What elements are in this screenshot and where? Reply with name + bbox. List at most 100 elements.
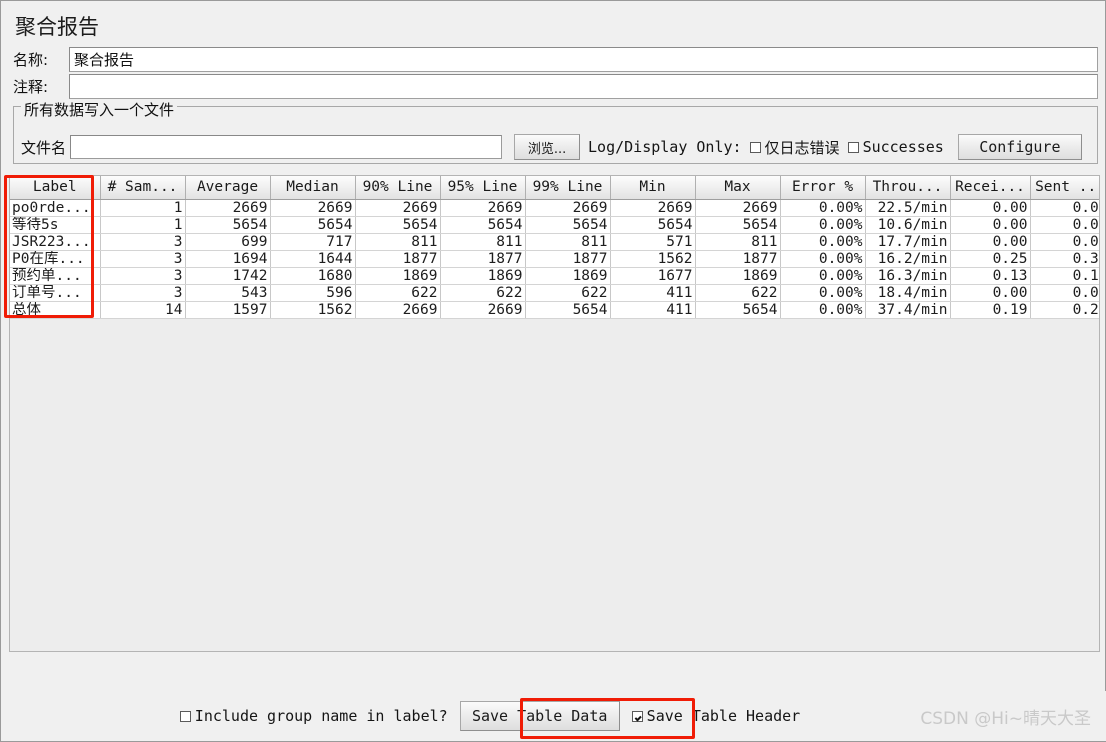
cell-min: 411 xyxy=(610,284,696,302)
table-row[interactable]: 预约单... 3 1742 1680 1869 1869 1869 1677 1… xyxy=(10,267,1099,285)
cell-max: 2669 xyxy=(695,199,781,217)
configure-button[interactable]: Configure xyxy=(957,134,1082,160)
cell-90-line: 1869 xyxy=(355,267,441,285)
cell-95-line: 5654 xyxy=(440,216,526,234)
cell-throughput: 22.5/min xyxy=(865,199,951,217)
save-table-header-group[interactable]: Save Table Header xyxy=(631,707,801,725)
include-group-name-label[interactable]: Include group name in label? xyxy=(195,707,448,725)
column-header-error-pct[interactable]: Error % xyxy=(780,176,866,200)
save-table-header-label[interactable]: Save Table Header xyxy=(647,707,801,725)
cell-95-line: 2669 xyxy=(440,199,526,217)
include-group-name-checkbox[interactable] xyxy=(179,710,191,722)
cell-median: 1644 xyxy=(270,250,356,268)
errors-only-checkbox[interactable] xyxy=(749,141,761,153)
column-header-throughput[interactable]: Throu... xyxy=(865,176,951,200)
cell-received: 0.00 xyxy=(950,199,1031,217)
cell-sent: 0.00 xyxy=(1030,284,1099,302)
successes-label[interactable]: Successes xyxy=(863,138,944,156)
table-row[interactable]: 等待5s 1 5654 5654 5654 5654 5654 5654 565… xyxy=(10,216,1099,234)
table-row[interactable]: P0在库... 3 1694 1644 1877 1877 1877 1562 … xyxy=(10,250,1099,268)
cell-min: 411 xyxy=(610,301,696,319)
cell-label: JSR223... xyxy=(10,233,101,251)
cell-samples: 1 xyxy=(100,199,186,217)
column-header-min[interactable]: Min xyxy=(610,176,696,200)
cell-error-pct: 0.00% xyxy=(780,199,866,217)
cell-error-pct: 0.00% xyxy=(780,301,866,319)
table-row[interactable]: JSR223... 3 699 717 811 811 811 571 811 … xyxy=(10,233,1099,251)
log-display-only-label: Log/Display Only: xyxy=(588,138,742,156)
errors-only-label[interactable]: 仅日志错误 xyxy=(765,137,840,158)
column-header-max[interactable]: Max xyxy=(695,176,781,200)
cell-min: 571 xyxy=(610,233,696,251)
cell-sent: 0.24 xyxy=(1030,301,1099,319)
page-title: 聚合报告 xyxy=(15,15,99,39)
comment-input[interactable] xyxy=(69,74,1098,99)
cell-sent: 0.00 xyxy=(1030,216,1099,234)
save-table-header-checkbox[interactable] xyxy=(631,710,643,722)
cell-label: P0在库... xyxy=(10,250,101,268)
cell-received: 0.00 xyxy=(950,284,1031,302)
cell-average: 2669 xyxy=(185,199,271,217)
cell-min: 5654 xyxy=(610,216,696,234)
table-row[interactable]: 订单号... 3 543 596 622 622 622 411 622 0.0… xyxy=(10,284,1099,302)
cell-samples: 14 xyxy=(100,301,186,319)
column-header-average[interactable]: Average xyxy=(185,176,271,200)
cell-throughput: 17.7/min xyxy=(865,233,951,251)
cell-90-line: 2669 xyxy=(355,199,441,217)
cell-median: 2669 xyxy=(270,199,356,217)
cell-sent: 0.32 xyxy=(1030,250,1099,268)
cell-99-line: 2669 xyxy=(525,199,611,217)
cell-samples: 1 xyxy=(100,216,186,234)
column-header-95-line[interactable]: 95% Line xyxy=(440,176,526,200)
include-group-name-group[interactable]: Include group name in label? xyxy=(172,707,448,725)
save-table-data-button[interactable]: Save Table Data xyxy=(459,701,620,731)
aggregate-report-window: 聚合报告 名称: 聚合报告 注释: 所有数据写入一个文件 文件名 浏览... L… xyxy=(0,0,1106,742)
successes-checkbox[interactable] xyxy=(847,141,859,153)
cell-throughput: 10.6/min xyxy=(865,216,951,234)
cell-sent: 0.17 xyxy=(1030,267,1099,285)
cell-median: 1680 xyxy=(270,267,356,285)
watermark: CSDN @Hi~晴天大圣 xyxy=(920,709,1091,729)
bottom-toolbar-inner: Include group name in label? Save Table … xyxy=(172,701,800,731)
column-header-received[interactable]: Recei... xyxy=(950,176,1031,200)
column-header-samples[interactable]: # Sam... xyxy=(100,176,186,200)
cell-average: 699 xyxy=(185,233,271,251)
cell-average: 1597 xyxy=(185,301,271,319)
browse-button[interactable]: 浏览... xyxy=(514,134,581,160)
aggregate-table: Label # Sam... Average Median 90% Line 9… xyxy=(10,176,1099,319)
cell-label: 总体 xyxy=(10,301,101,319)
cell-min: 1562 xyxy=(610,250,696,268)
cell-error-pct: 0.00% xyxy=(780,250,866,268)
cell-min: 2669 xyxy=(610,199,696,217)
cell-label: 预约单... xyxy=(10,267,101,285)
name-input[interactable]: 聚合报告 xyxy=(69,47,1098,72)
cell-average: 5654 xyxy=(185,216,271,234)
cell-label: po0rde... xyxy=(10,199,101,217)
cell-90-line: 1877 xyxy=(355,250,441,268)
cell-median: 1562 xyxy=(270,301,356,319)
cell-max: 1877 xyxy=(695,250,781,268)
cell-99-line: 5654 xyxy=(525,216,611,234)
column-header-sent[interactable]: Sent ... xyxy=(1030,176,1099,200)
cell-label: 等待5s xyxy=(10,216,101,234)
table-header-row: Label # Sam... Average Median 90% Line 9… xyxy=(10,176,1099,200)
table-row[interactable]: 总体 14 1597 1562 2669 2669 5654 411 5654 … xyxy=(10,301,1099,319)
column-header-99-line[interactable]: 99% Line xyxy=(525,176,611,200)
name-field-row: 名称: 聚合报告 xyxy=(13,47,1098,72)
table-row[interactable]: po0rde... 1 2669 2669 2669 2669 2669 266… xyxy=(10,199,1099,217)
cell-median: 717 xyxy=(270,233,356,251)
column-header-90-line[interactable]: 90% Line xyxy=(355,176,441,200)
cell-samples: 3 xyxy=(100,250,186,268)
cell-90-line: 622 xyxy=(355,284,441,302)
column-header-median[interactable]: Median xyxy=(270,176,356,200)
aggregate-table-scroll[interactable]: Label # Sam... Average Median 90% Line 9… xyxy=(9,175,1100,652)
filename-label: 文件名 xyxy=(21,138,67,157)
filename-input[interactable] xyxy=(70,135,503,159)
column-header-label[interactable]: Label xyxy=(10,176,101,200)
cell-throughput: 18.4/min xyxy=(865,284,951,302)
cell-sent: 0.00 xyxy=(1030,233,1099,251)
name-label: 名称: xyxy=(13,47,69,72)
cell-99-line: 622 xyxy=(525,284,611,302)
cell-received: 0.00 xyxy=(950,233,1031,251)
cell-90-line: 5654 xyxy=(355,216,441,234)
